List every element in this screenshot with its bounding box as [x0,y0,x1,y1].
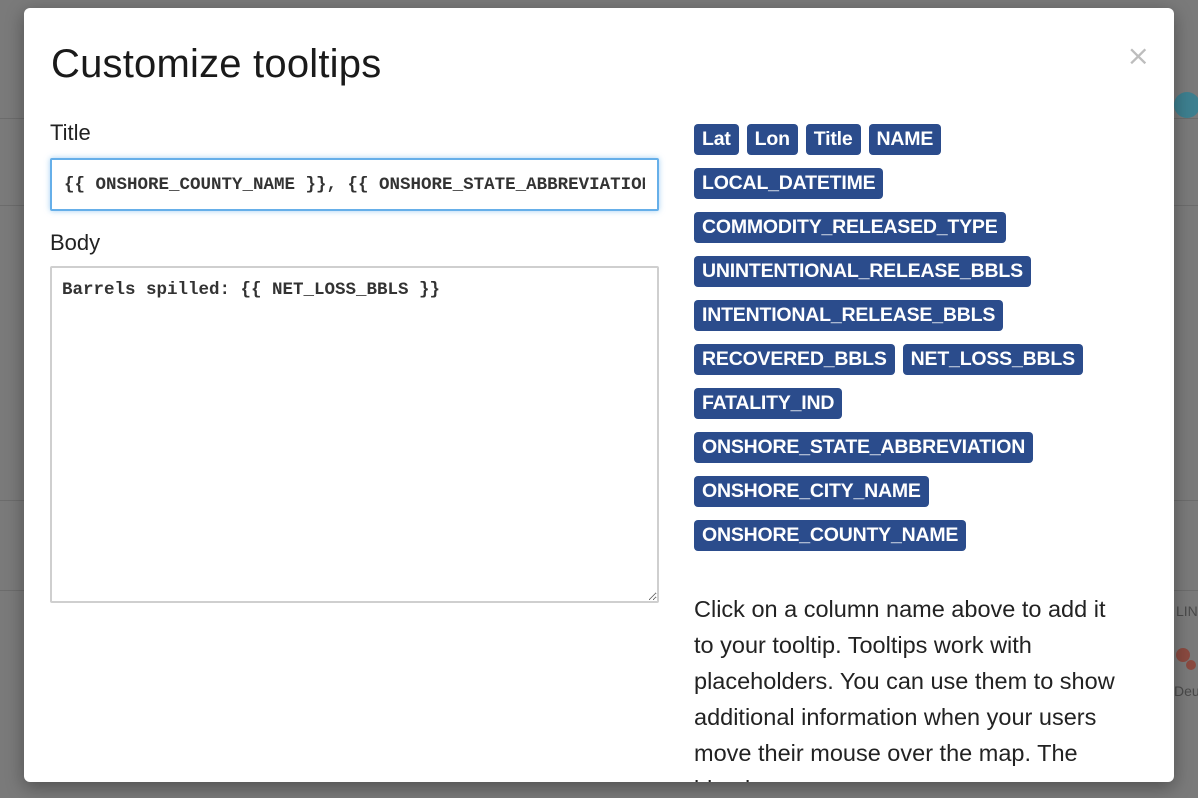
column-tag-commodity-released-type[interactable]: COMMODITY_RELEASED_TYPE [694,212,1006,243]
background-map-marker [1186,660,1196,670]
tooltip-body-textarea[interactable]: Barrels spilled: {{ NET_LOSS_BBLS }} [50,266,659,603]
column-tag-row: ONSHORE_COUNTY_NAME [694,520,1114,564]
background-map-marker [1174,92,1198,118]
column-tag-net-loss-bbls[interactable]: NET_LOSS_BBLS [902,344,1083,375]
column-tag-row: Lat Lon Title NAME [694,124,1114,168]
column-tag-lat[interactable]: Lat [694,124,739,155]
column-tag-row: INTENTIONAL_RELEASE_BBLS [694,300,1114,344]
column-tag-list: Lat Lon Title NAME LOCAL_DATETIME COMMOD… [694,124,1114,564]
column-tag-fatality-ind[interactable]: FATALITY_IND [694,388,843,419]
tooltip-title-input[interactable] [50,158,659,211]
column-tag-recovered-bbls[interactable]: RECOVERED_BBLS [694,344,895,375]
column-tag-title[interactable]: Title [805,124,861,155]
title-field-label: Title [50,120,91,145]
column-tag-row: ONSHORE_CITY_NAME [694,476,1114,520]
column-tag-row: ONSHORE_STATE_ABBREVIATION [694,432,1114,476]
column-tag-onshore-city-name[interactable]: ONSHORE_CITY_NAME [694,476,929,507]
column-tag-row: RECOVERED_BBLS NET_LOSS_BBLS [694,344,1114,388]
column-tag-unintentional-release-bbls[interactable]: UNINTENTIONAL_RELEASE_BBLS [694,256,1031,287]
background-label: LIN [1176,603,1198,619]
customize-tooltips-dialog: Customize tooltips × Title Body Barrels … [24,8,1174,782]
dialog-title: Customize tooltips [51,42,382,86]
column-tag-intentional-release-bbls[interactable]: INTENTIONAL_RELEASE_BBLS [694,300,1004,331]
column-tag-row: UNINTENTIONAL_RELEASE_BBLS [694,256,1114,300]
help-text: Click on a column name above to add it t… [694,596,1115,782]
column-tag-lon[interactable]: Lon [746,124,798,155]
background-label: Deu [1174,683,1198,699]
body-field-label: Body [50,230,101,255]
column-tag-local-datetime[interactable]: LOCAL_DATETIME [694,168,884,199]
column-tag-row: FATALITY_IND [694,388,1114,432]
close-icon[interactable]: × [1127,42,1150,70]
column-tag-row: COMMODITY_RELEASED_TYPE [694,212,1114,256]
column-tag-row: LOCAL_DATETIME [694,168,1114,212]
column-tag-name[interactable]: NAME [868,124,942,155]
column-tag-onshore-state-abbreviation[interactable]: ONSHORE_STATE_ABBREVIATION [694,432,1034,463]
column-tag-onshore-county-name[interactable]: ONSHORE_COUNTY_NAME [694,520,967,551]
